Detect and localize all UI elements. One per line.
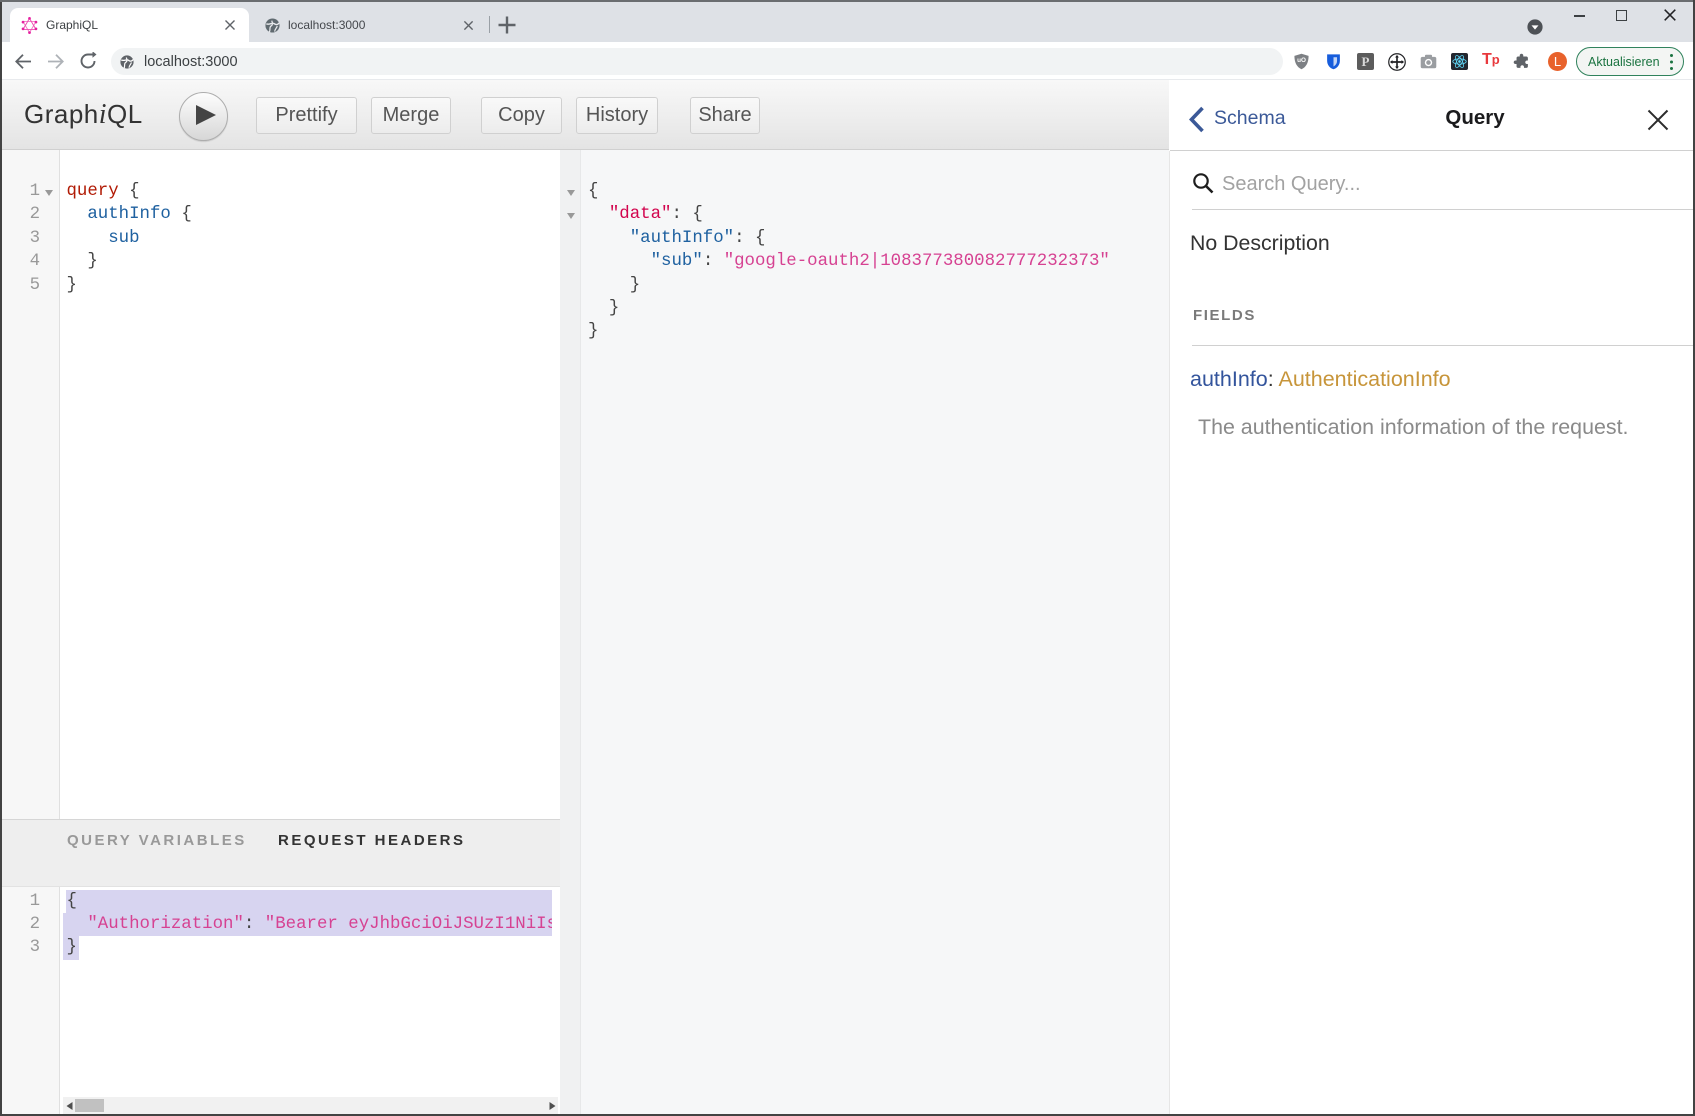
svg-text:uO: uO <box>1297 57 1306 64</box>
